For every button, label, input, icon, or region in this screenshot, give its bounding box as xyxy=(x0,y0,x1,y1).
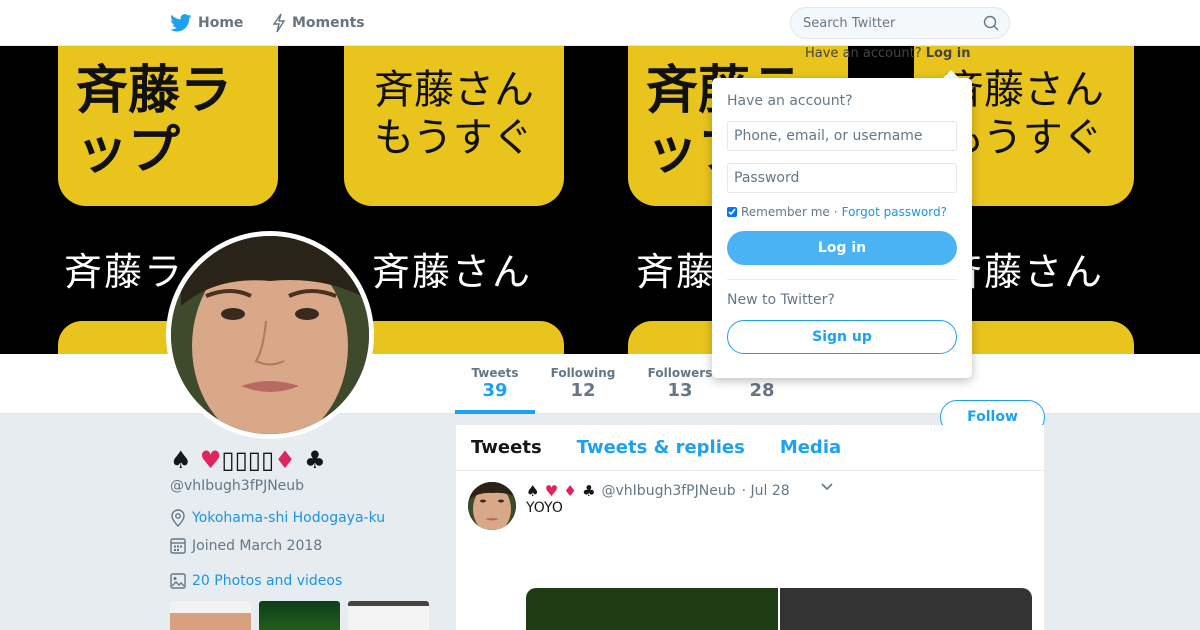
tweet-date[interactable]: · Jul 28 xyxy=(742,483,790,499)
tweet[interactable]: ♠ ♥ ♦ ♣ @vhIbugh3fPJNeub · Jul 28 YOYO xyxy=(456,472,1044,630)
profile-joined: Joined March 2018 xyxy=(170,537,322,554)
stat-followers[interactable]: Followers 13 xyxy=(642,366,718,401)
tweet-avatar[interactable] xyxy=(468,482,516,530)
location-link[interactable]: Yokohama-shi Hodogaya-ku xyxy=(192,510,385,526)
stat-label: Tweets xyxy=(471,366,519,380)
photos-link[interactable]: 20 Photos and videos xyxy=(192,573,342,589)
new-to-twitter-text: New to Twitter? xyxy=(727,292,835,308)
timeline-tabs: Tweets Tweets & replies Media xyxy=(456,425,1044,471)
image-icon xyxy=(170,573,186,589)
stat-value: 13 xyxy=(667,380,693,401)
banner-tile-text: 斉藤さん もうすぐ xyxy=(374,67,534,161)
twitter-bird-icon xyxy=(170,14,192,32)
search-input[interactable] xyxy=(791,8,971,38)
avatar-photo xyxy=(171,236,369,434)
diamond-symbol: ♦ xyxy=(274,446,296,474)
stat-tweets[interactable]: Tweets 39 xyxy=(455,366,535,401)
remember-checkbox[interactable] xyxy=(727,207,737,217)
stat-value: 39 xyxy=(482,380,508,401)
password-field[interactable] xyxy=(727,163,957,193)
banner-tile-text: 斉藤ラップ xyxy=(76,60,233,181)
stat-label: Following xyxy=(550,366,616,380)
heart-symbol: ♥ xyxy=(544,482,559,500)
photo-thumbnail[interactable] xyxy=(259,601,340,630)
unsupported-glyphs: ▯▯▯▯ xyxy=(221,446,275,474)
club-symbol: ♣ xyxy=(304,446,326,474)
profile-handle[interactable]: @vhIbugh3fPJNeub xyxy=(170,478,304,494)
banner-tile xyxy=(344,321,564,354)
login-dropdown: Have an account? Remember me · Forgot pa… xyxy=(712,78,972,378)
nav-home-label: Home xyxy=(198,15,244,31)
tab-tweets[interactable]: Tweets xyxy=(471,437,542,458)
tweet-author-handle[interactable]: @vhIbugh3fPJNeub xyxy=(602,483,736,499)
username-field[interactable] xyxy=(727,121,957,151)
login-button[interactable]: Log in xyxy=(727,231,957,265)
remember-row: Remember me · Forgot password? xyxy=(727,205,957,219)
nav-moments[interactable]: Moments xyxy=(272,0,365,46)
avatar-face-illustration xyxy=(171,236,369,434)
tweet-avatar-illustration xyxy=(468,482,516,530)
search-box xyxy=(790,7,1010,39)
profile-name: ♠ ♥▯▯▯▯♦ ♣ xyxy=(170,446,326,474)
separator-dot: · xyxy=(833,205,838,219)
stat-following[interactable]: Following 12 xyxy=(545,366,621,401)
dropdown-divider xyxy=(727,279,957,280)
profile-avatar[interactable] xyxy=(166,231,374,439)
timeline: Tweets Tweets & replies Media ♠ ♥ ♦ ♣ @v… xyxy=(456,425,1044,630)
photo-thumbnails xyxy=(170,601,429,630)
banner-tile: 斉藤さん もうすぐ xyxy=(344,46,564,206)
active-stat-indicator xyxy=(455,410,535,414)
heart-symbol: ♥ xyxy=(199,446,222,474)
signup-button[interactable]: Sign up xyxy=(727,320,957,354)
nav-moments-label: Moments xyxy=(292,15,365,31)
tweet-media-image[interactable] xyxy=(780,588,1032,630)
tab-media[interactable]: Media xyxy=(780,437,841,458)
tweet-header: ♠ ♥ ♦ ♣ @vhIbugh3fPJNeub · Jul 28 xyxy=(526,482,790,500)
top-navigation-bar: Home Moments xyxy=(0,0,1200,46)
banner-tile: 斉藤ラップ xyxy=(58,46,278,206)
tweet-author-name[interactable]: ♠ ♥ ♦ ♣ xyxy=(526,482,596,500)
spade-symbol: ♠ xyxy=(526,482,540,500)
banner-label: 斉藤ラ xyxy=(64,250,185,294)
tweet-media-image[interactable] xyxy=(526,588,778,630)
photo-thumbnail[interactable] xyxy=(348,601,429,630)
lightning-icon xyxy=(272,13,286,33)
stat-value: 28 xyxy=(749,380,775,401)
login-title: Have an account? xyxy=(727,93,853,109)
stat-label: Followers xyxy=(647,366,713,380)
remember-label[interactable]: Remember me xyxy=(741,205,830,219)
nav-home[interactable]: Home xyxy=(170,0,243,46)
banner-label: 斉藤 xyxy=(636,250,717,294)
login-prompt-link[interactable]: Log in xyxy=(926,46,971,61)
spade-symbol: ♠ xyxy=(170,446,192,474)
banner-label: 斉藤さん xyxy=(372,250,533,294)
login-prompt: Have an account? Log in xyxy=(805,46,971,61)
calendar-icon xyxy=(170,538,186,554)
joined-text: Joined March 2018 xyxy=(192,537,323,554)
chevron-down-icon[interactable] xyxy=(820,482,834,492)
search-icon[interactable] xyxy=(983,15,999,31)
profile-photos: 20 Photos and videos xyxy=(170,573,342,589)
tweet-media[interactable] xyxy=(526,588,1032,630)
tweet-text: YOYO xyxy=(526,500,563,516)
stat-value: 12 xyxy=(570,380,596,401)
tab-tweets-replies[interactable]: Tweets & replies xyxy=(577,437,745,458)
photo-thumbnail[interactable] xyxy=(170,601,251,630)
diamond-symbol: ♦ xyxy=(563,482,577,500)
forgot-password-link[interactable]: Forgot password? xyxy=(842,205,947,219)
location-pin-icon xyxy=(171,509,185,527)
login-prompt-text: Have an account? xyxy=(805,46,922,61)
club-symbol: ♣ xyxy=(582,482,596,500)
profile-location: Yokohama-shi Hodogaya-ku xyxy=(170,509,385,527)
